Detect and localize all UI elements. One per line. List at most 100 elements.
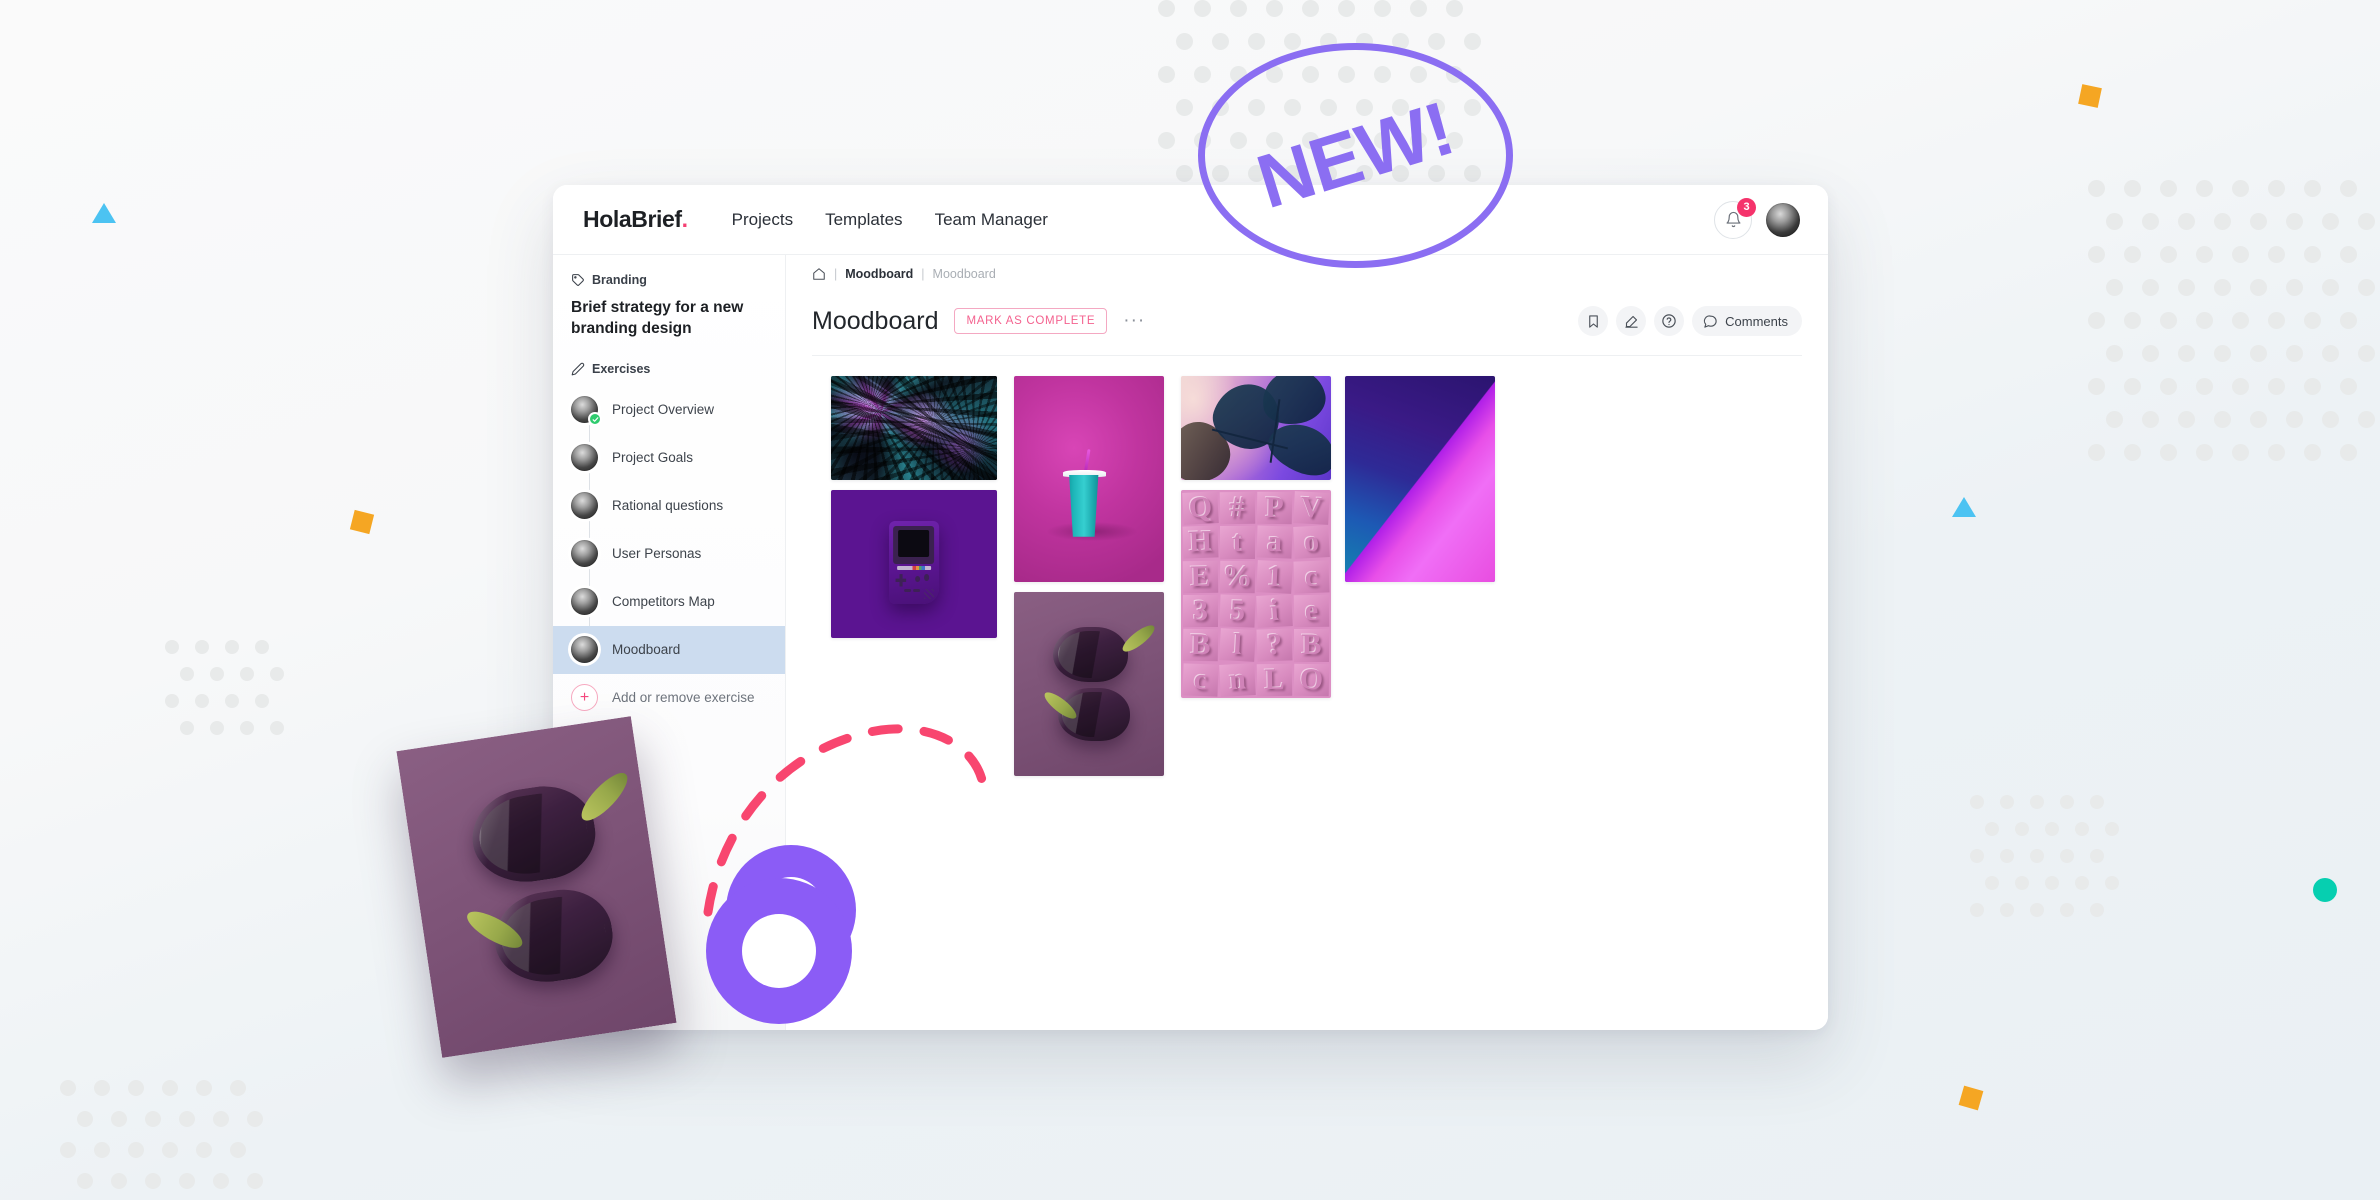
moodboard-tile-teal-cup[interactable] [1014, 376, 1164, 582]
decor-dot [165, 694, 179, 708]
notification-count-badge: 3 [1737, 197, 1756, 217]
gradient-corner-image [1345, 376, 1495, 582]
sidebar-item-project-overview[interactable]: Project Overview [553, 386, 785, 434]
home-icon[interactable] [812, 267, 826, 281]
help-button[interactable] [1654, 306, 1685, 336]
decor-dot [2090, 903, 2104, 917]
drag-cursor-ring-front[interactable] [706, 878, 852, 1024]
sidebar-item-label: Project Overview [612, 402, 715, 418]
decor-triangle-cyan-left [92, 203, 116, 223]
monstera-neon-image [1181, 376, 1331, 480]
page-title-row: Moodboard MARK AS COMPLETE ··· Comments [786, 293, 1828, 347]
nav-item-projects[interactable]: Projects [732, 210, 793, 230]
breadcrumb-parent[interactable]: Moodboard [845, 267, 913, 281]
gameboy-screen-bezel [893, 526, 935, 565]
brand-accent-dot: . [681, 206, 688, 232]
moodboard-tile-monstera-neon[interactable] [1181, 376, 1331, 480]
type-block-glyph: t [1220, 526, 1255, 559]
nav-item-team-manager[interactable]: Team Manager [935, 210, 1048, 230]
sidebar-item-label: Project Goals [612, 450, 694, 466]
decor-dot [213, 1173, 229, 1189]
decor-dot [1464, 33, 1481, 50]
decor-dot [2340, 378, 2357, 395]
pencil-icon [571, 362, 585, 376]
sidebar-item-rational-questions[interactable]: Rational questions [553, 482, 785, 530]
decor-dot [180, 721, 194, 735]
moodboard-tile-tropical-palms[interactable] [831, 376, 997, 480]
dragged-purple-peppers-image [396, 716, 677, 1058]
decor-square-orange-bottomright [1958, 1085, 1984, 1111]
teal-cup-image [1014, 376, 1164, 582]
gameboy-body [889, 521, 939, 604]
tropical-palms-image [831, 376, 997, 480]
decor-dot [162, 1080, 178, 1096]
decor-dot [2178, 345, 2195, 362]
sidebar-item-project-goals[interactable]: Project Goals [553, 434, 785, 482]
type-block-glyph: a [1256, 525, 1293, 560]
decor-dot [230, 1142, 246, 1158]
decor-dot [2124, 180, 2141, 197]
moodboard-tile-purple-gameboy[interactable] [831, 490, 997, 638]
mark-as-complete-button[interactable]: MARK AS COMPLETE [954, 308, 1108, 334]
decor-dot [111, 1173, 127, 1189]
sidebar-item-label: Rational questions [612, 498, 724, 514]
decor-dot [94, 1142, 110, 1158]
decor-dot [1194, 0, 1211, 17]
sidebar-item-moodboard[interactable]: Moodboard [553, 625, 785, 674]
decor-dot [1158, 132, 1175, 149]
decor-dot [230, 1080, 246, 1096]
decor-dot [2015, 876, 2029, 890]
help-circle-icon [1662, 314, 1676, 328]
exercises-section-label: Exercises [592, 361, 651, 376]
project-tag-label: Branding [592, 273, 647, 287]
decor-dot [2060, 903, 2074, 917]
add-remove-exercise-button[interactable]: + Add or remove exercise [553, 674, 785, 722]
moodboard-tile-purple-peppers[interactable] [1014, 592, 1164, 776]
decor-dot [195, 640, 209, 654]
decor-dot [1212, 33, 1229, 50]
decor-dot [2304, 444, 2321, 461]
moodboard-tile-pink-typography[interactable]: Q # P V Ht a o E% 1 c 3 5 i e Bl? Bc n L O [1181, 490, 1331, 698]
sidebar-item-competitors-map[interactable]: Competitors Map [553, 578, 785, 626]
sidebar-item-label: User Personas [612, 546, 702, 562]
nav-item-templates[interactable]: Templates [825, 210, 902, 230]
type-block-glyph: l [1219, 628, 1256, 663]
decor-dot [128, 1142, 144, 1158]
decor-dot [2322, 345, 2339, 362]
user-avatar[interactable] [1766, 202, 1800, 237]
decor-dot [2160, 378, 2177, 395]
decor-dot [2268, 246, 2285, 263]
decor-dot [180, 667, 194, 681]
type-block-glyph: V [1293, 491, 1330, 526]
comments-button[interactable]: Comments [1692, 306, 1802, 336]
decor-dot [2105, 822, 2119, 836]
gameboy-start-button [913, 589, 920, 592]
page-actions: Comments [1578, 306, 1802, 336]
decor-dot [2015, 822, 2029, 836]
decor-dot [196, 1142, 212, 1158]
decor-dot [2358, 213, 2375, 230]
decor-dot [1410, 0, 1427, 17]
gameboy-button-b [914, 575, 921, 583]
decor-dot [1338, 0, 1355, 17]
edit-button[interactable] [1616, 306, 1647, 336]
decor-dot [1158, 0, 1175, 17]
decor-dot [1970, 903, 1984, 917]
decor-dot [2322, 411, 2339, 428]
sidebar-item-user-personas[interactable]: User Personas [553, 530, 785, 578]
sidebar-item-label: Moodboard [612, 642, 681, 658]
decor-dot [2000, 795, 2014, 809]
decor-dot [2196, 378, 2213, 395]
decor-dot [2060, 849, 2074, 863]
moodboard-tile-gradient-corner[interactable] [1345, 376, 1495, 582]
breadcrumb-separator-1: | [834, 267, 838, 281]
type-block-glyph: H [1182, 525, 1219, 560]
dragged-moodboard-card[interactable] [396, 716, 677, 1058]
purple-gameboy-image [831, 490, 997, 638]
decor-dot [60, 1142, 76, 1158]
brand-logo[interactable]: HolaBrief. [583, 206, 688, 233]
decor-square-orange-topright [2078, 84, 2102, 108]
bookmark-button[interactable] [1578, 306, 1609, 336]
more-options-button[interactable]: ··· [1123, 310, 1145, 332]
decor-dot [2250, 213, 2267, 230]
